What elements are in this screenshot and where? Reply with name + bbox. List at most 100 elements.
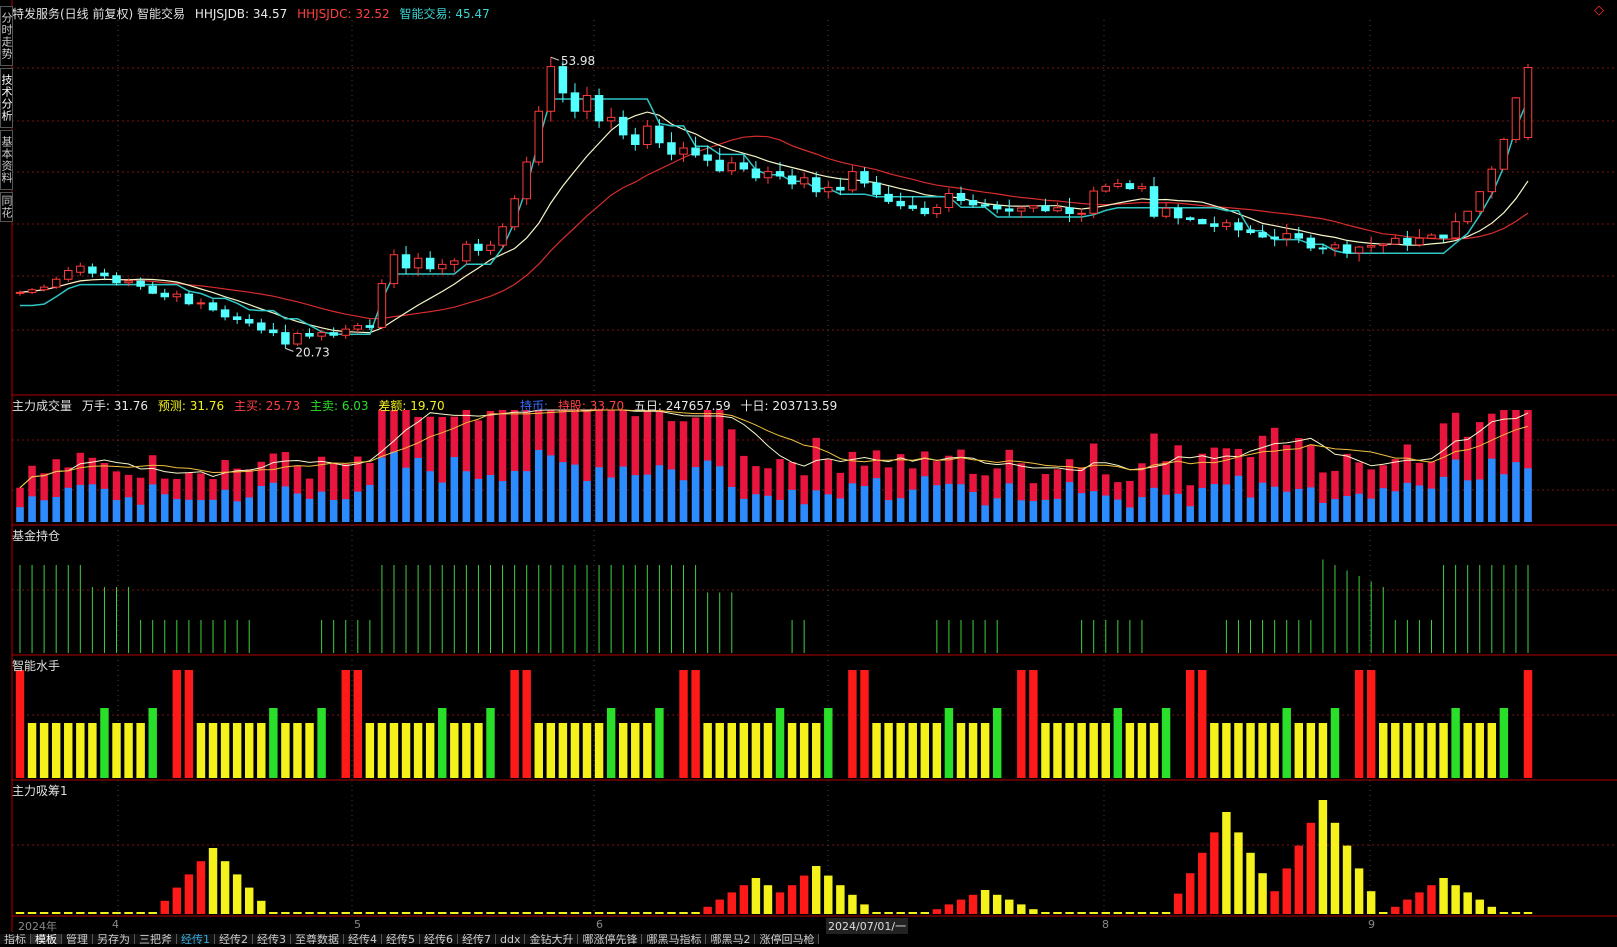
candle-body xyxy=(1017,207,1026,212)
volume-bar-main-sell xyxy=(1041,499,1050,522)
tab-jingchuan3[interactable]: 经传3 xyxy=(253,934,291,944)
absorb-bar-baseline xyxy=(293,912,302,914)
absorb-bar xyxy=(992,894,1002,914)
tab-jingchuan1[interactable]: 经传1 xyxy=(177,934,215,944)
candle-body xyxy=(15,291,25,294)
smart-sailor-bar xyxy=(558,723,568,778)
candle-body xyxy=(1173,207,1183,219)
absorb-bar-baseline xyxy=(594,912,604,914)
tab-jingchuan2[interactable]: 经传2 xyxy=(215,934,253,944)
smart-sailor-bar xyxy=(100,708,109,778)
volume-bar-main-sell xyxy=(1174,493,1182,522)
candle-body xyxy=(739,162,749,170)
side-tab-tonghua[interactable]: 同花 xyxy=(0,192,13,222)
ten-day: 十日: 203713.59 xyxy=(740,399,838,413)
smart-sailor-bar xyxy=(486,708,495,778)
side-tab-fundamental[interactable]: 基本资料 xyxy=(0,130,13,190)
tab-limit-up-pioneer[interactable]: 哪涨停先锋 xyxy=(578,934,643,944)
absorb-bar-baseline xyxy=(401,912,411,914)
absorb-bar-baseline xyxy=(64,912,73,914)
tab-jingchuan5[interactable]: 经传5 xyxy=(382,934,420,944)
candle-body xyxy=(365,325,375,328)
absorb-bar-baseline xyxy=(100,912,109,914)
tab-limit-up-return[interactable]: 涨停回马枪 xyxy=(755,934,820,944)
smart-sailor-bar xyxy=(1125,723,1135,778)
volume-bar-main-sell xyxy=(945,483,953,522)
volume-bar-main-sell xyxy=(1282,491,1291,522)
candle-body xyxy=(836,186,845,191)
candle-body xyxy=(1005,208,1014,212)
absorb-bar xyxy=(1342,845,1352,914)
smart-sailor-bar xyxy=(1077,723,1086,778)
candle-body xyxy=(1342,244,1352,254)
volume-bar-main-sell xyxy=(522,471,531,522)
side-tab-intraday[interactable]: 分时走势 xyxy=(0,6,13,66)
absorb-bar xyxy=(860,904,869,914)
volume-bar-main-sell xyxy=(354,491,362,522)
date-axis: 2024年 4 5 6 2024/07/01/一 8 9 xyxy=(12,918,1617,934)
absorb-bar xyxy=(751,878,761,914)
absorb-bar xyxy=(824,875,833,914)
absorb-bar xyxy=(1354,868,1364,914)
volume-bar-main-sell xyxy=(1246,497,1255,522)
smart-sailor-bar xyxy=(281,723,290,778)
volume-bar-main-sell xyxy=(884,500,893,522)
smart-sailor-bar xyxy=(799,723,809,778)
five-day: 五日: 247657.59 xyxy=(633,399,731,413)
absorb-bar-baseline xyxy=(462,912,471,914)
tab-ddx[interactable]: ddx xyxy=(496,934,526,944)
tab-jingchuan7[interactable]: 经传7 xyxy=(458,934,496,944)
candle-body xyxy=(968,200,978,206)
volume-bar-main-sell xyxy=(100,488,109,522)
smart-sailor-bar xyxy=(1149,723,1159,778)
candle-body xyxy=(1246,229,1255,234)
absorb-bar-baseline xyxy=(329,912,338,914)
tab-jingchuan4[interactable]: 经传4 xyxy=(344,934,382,944)
absorb-bar-baseline xyxy=(281,912,290,914)
tab-jingchuan6[interactable]: 经传6 xyxy=(420,934,458,944)
candle-body xyxy=(775,171,785,177)
candle-body xyxy=(727,162,737,172)
absorb-bar xyxy=(1017,904,1026,914)
tab-golden-drill[interactable]: 金钻大升 xyxy=(525,934,579,944)
candle-body xyxy=(1294,233,1304,239)
smart-sailor-bar xyxy=(1379,723,1388,778)
smart-sailor-bar xyxy=(148,708,157,778)
smart-sailor-bar xyxy=(1101,723,1110,778)
tab-dark-horse[interactable]: 哪黑马指标 xyxy=(642,934,707,944)
absorb-title: 主力吸筹1 xyxy=(12,784,68,798)
absorb-bar-baseline xyxy=(1113,912,1123,914)
smart-sailor-bar xyxy=(1366,670,1376,778)
tab-three-axes[interactable]: 三把斧 xyxy=(135,934,177,944)
diamond-icon[interactable]: ◇ xyxy=(1594,3,1604,18)
tab-indicator[interactable]: 指标 xyxy=(0,934,31,944)
tab-dark-horse-2[interactable]: 哪黑马2 xyxy=(706,934,756,944)
smart-sailor-bar xyxy=(1089,723,1098,778)
smart-sailor-bar xyxy=(631,723,640,778)
volume-bar-main-sell xyxy=(329,499,338,522)
smart-sailor-bar xyxy=(727,723,736,778)
tab-template[interactable]: 模板 xyxy=(31,934,62,944)
absorb-bar-baseline xyxy=(269,912,278,914)
smart-sailor-bar xyxy=(679,670,688,778)
smart-sailor-bar xyxy=(980,723,990,778)
smart-sailor-bar xyxy=(317,708,326,778)
candle-body xyxy=(401,254,411,269)
smart-sailor-bar xyxy=(763,723,773,778)
tab-manage[interactable]: 管理 xyxy=(62,934,93,944)
volume-bar-main-sell xyxy=(788,489,796,522)
candle-body xyxy=(88,266,97,274)
volume-bar-main-sell xyxy=(269,482,278,522)
absorb-bar xyxy=(932,909,942,914)
volume-bar-main-sell xyxy=(860,486,869,522)
tab-supreme-data[interactable]: 至尊数据 xyxy=(291,934,344,944)
absorb-bar-baseline xyxy=(1511,912,1521,914)
candle-body xyxy=(631,134,640,145)
candle-body xyxy=(148,285,157,294)
absorb-bar xyxy=(848,894,857,914)
candle-body xyxy=(244,319,254,324)
main-title: 特发服务(日线 前复权) 智能交易 xyxy=(12,7,185,21)
side-tab-technical[interactable]: 技术分析 xyxy=(0,68,13,128)
candle-body xyxy=(884,193,893,202)
tab-save-as[interactable]: 另存为 xyxy=(93,934,135,944)
